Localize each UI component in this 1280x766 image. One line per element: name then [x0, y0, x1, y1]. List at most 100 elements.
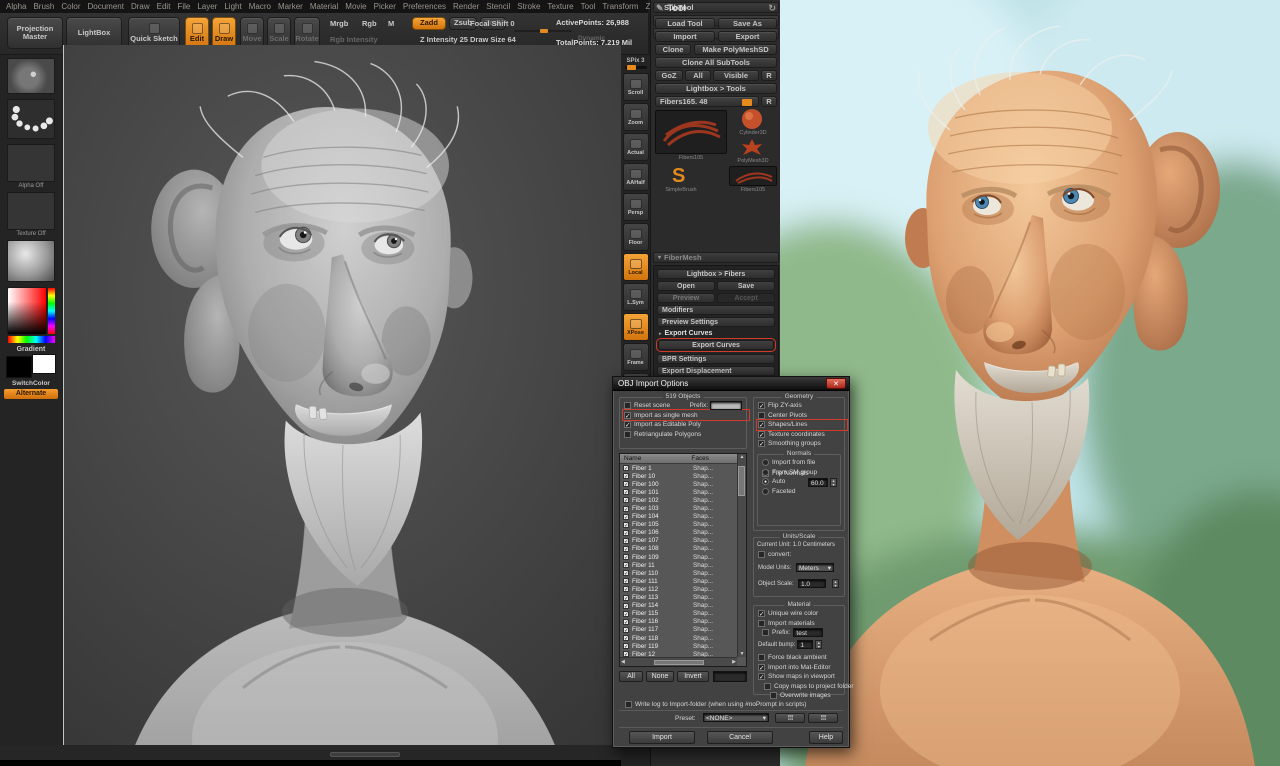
fiber-row[interactable]: ✓ Fiber 112 Shap...: [620, 585, 737, 593]
menu-item[interactable]: Layer: [197, 2, 217, 11]
fiber-row[interactable]: ✓ Fiber 103 Shap...: [620, 504, 737, 512]
menu-item[interactable]: Movie: [345, 2, 366, 11]
cancel-button[interactable]: Cancel: [707, 731, 773, 744]
auto-angle-spinner[interactable]: ▴▾: [830, 478, 837, 487]
scrollbar-thumb[interactable]: [738, 466, 745, 496]
checkbox[interactable]: ✓: [758, 402, 765, 409]
export-curves-button[interactable]: Export Curves: [658, 340, 774, 350]
dialog-radio-row[interactable]: Import from file: [762, 459, 842, 467]
fiber-checkbox[interactable]: ✓: [623, 619, 629, 625]
save-button[interactable]: Save: [717, 281, 775, 291]
z-intensity-slider[interactable]: Z Intensity 25: [420, 35, 468, 44]
cylinder3d-thumbnail[interactable]: [737, 108, 767, 130]
dialog-checkbox-row[interactable]: ✓ Flip ZY-axis: [758, 402, 846, 410]
dialog-checkbox-row[interactable]: ✓ Smoothing groups: [758, 440, 846, 448]
spix-knob[interactable]: [627, 65, 636, 70]
menu-item[interactable]: Texture: [547, 2, 573, 11]
polymesh3d-thumbnail[interactable]: [739, 138, 765, 158]
preset-grid-button-2[interactable]: ⣿⣿: [808, 713, 838, 723]
checkbox[interactable]: [764, 683, 771, 690]
checkbox[interactable]: [625, 701, 632, 708]
menu-item[interactable]: Macro: [249, 2, 271, 11]
goz-r-button[interactable]: R: [761, 70, 777, 81]
fiber-row[interactable]: ✓ Fiber 113 Shap...: [620, 594, 737, 602]
shelf-button[interactable]: AAHalf: [623, 163, 649, 191]
current-brush-thumbnail[interactable]: [7, 58, 55, 94]
default-bump-field[interactable]: 1: [797, 640, 813, 649]
model-units-dropdown[interactable]: Meters▾: [796, 563, 834, 572]
fiber-row[interactable]: ✓ Fiber 11 Shap...: [620, 561, 737, 569]
secondary-color-swatch[interactable]: [32, 354, 56, 374]
checkbox[interactable]: ✓: [758, 440, 765, 447]
fiber-checkbox[interactable]: ✓: [623, 530, 629, 536]
fiber-row[interactable]: ✓ Fiber 106 Shap...: [620, 529, 737, 537]
menu-item[interactable]: Material: [310, 2, 338, 11]
menu-item[interactable]: Brush: [33, 2, 54, 11]
menu-item[interactable]: Transform: [602, 2, 638, 11]
goz-button[interactable]: GoZ: [655, 70, 683, 81]
checkbox[interactable]: [770, 692, 777, 699]
simplebrush-thumbnail[interactable]: S: [665, 163, 695, 187]
export-displacement-section[interactable]: Export Displacement: [657, 366, 775, 376]
checkbox[interactable]: ✓: [758, 664, 765, 671]
current-stroke-thumbnail[interactable]: [7, 99, 55, 139]
fiber-checkbox[interactable]: ✓: [623, 611, 629, 617]
scroll-left-icon[interactable]: ◀: [621, 659, 625, 665]
fiber-checkbox[interactable]: ✓: [623, 586, 629, 592]
modifiers-section[interactable]: Modifiers: [657, 305, 775, 315]
shelf-button[interactable]: Persp: [623, 193, 649, 221]
checkbox[interactable]: [758, 654, 765, 661]
rgb-button[interactable]: Rgb: [362, 19, 377, 28]
accept-button[interactable]: Accept: [717, 293, 775, 303]
fiber-checkbox[interactable]: ✓: [623, 603, 629, 609]
fiber-checkbox[interactable]: ✓: [623, 497, 629, 503]
preset-grid-button[interactable]: ⣿⣿: [775, 713, 805, 723]
menu-item[interactable]: Color: [61, 2, 80, 11]
dialog-title-bar[interactable]: OBJ Import Options: [613, 377, 849, 391]
scroll-right-icon[interactable]: ▶: [732, 659, 736, 665]
dialog-checkbox-row[interactable]: Retriangulate Polygons: [624, 430, 748, 438]
fiber-row[interactable]: ✓ Fiber 111 Shap...: [620, 577, 737, 585]
radio[interactable]: [762, 488, 769, 495]
menu-item[interactable]: Render: [453, 2, 479, 11]
object-scale-spinner[interactable]: ▴▾: [832, 579, 839, 588]
shelf-button[interactable]: Floor: [623, 223, 649, 251]
shelf-button[interactable]: Frame: [623, 343, 649, 371]
main-color-swatch[interactable]: [6, 356, 32, 378]
clone-button[interactable]: Clone: [655, 44, 691, 55]
menu-item[interactable]: Document: [88, 2, 124, 11]
import-button[interactable]: Import: [655, 31, 715, 42]
radio[interactable]: [762, 469, 769, 476]
shelf-button[interactable]: Local: [623, 253, 649, 281]
fiber-checkbox[interactable]: ✓: [623, 538, 629, 544]
menu-item[interactable]: File: [177, 2, 190, 11]
preview-settings-section[interactable]: Preview Settings: [657, 317, 775, 327]
dialog-checkbox-row[interactable]: Import materials: [758, 619, 846, 627]
current-material-thumbnail[interactable]: [7, 240, 55, 282]
shelf-button[interactable]: Zoom: [623, 103, 649, 131]
dialog-checkbox-row[interactable]: Overwrite images: [770, 692, 846, 700]
menu-item[interactable]: Edit: [157, 2, 171, 11]
alternate-button[interactable]: Alternate: [4, 389, 58, 399]
refresh-icon[interactable]: ↻: [768, 3, 776, 14]
dialog-checkbox-row[interactable]: Center Pivots: [758, 411, 846, 419]
checkbox[interactable]: ✓: [758, 421, 765, 428]
checkbox[interactable]: ✓: [624, 421, 631, 428]
gradient-label[interactable]: Gradient: [0, 346, 62, 353]
bpr-settings-section[interactable]: BPR Settings: [657, 354, 775, 364]
spix-slider[interactable]: SPix 3: [626, 58, 644, 64]
fiber-checkbox[interactable]: ✓: [623, 546, 629, 552]
canvas-scroll-nub[interactable]: [330, 752, 400, 757]
object-scale-field[interactable]: 1.0: [798, 579, 826, 588]
faces-column-header[interactable]: Faces: [691, 455, 709, 462]
menu-item[interactable]: Preferences: [403, 2, 446, 11]
fiber-checkbox[interactable]: ✓: [623, 595, 629, 601]
checkbox[interactable]: [758, 551, 765, 558]
fiber-checkbox[interactable]: ✓: [623, 522, 629, 528]
checkbox[interactable]: [762, 629, 769, 636]
dialog-radio-row[interactable]: From SM group: [762, 468, 842, 476]
checkbox[interactable]: ✓: [758, 610, 765, 617]
lightbox-fibers-button[interactable]: Lightbox > Fibers: [657, 269, 775, 279]
fiber-row[interactable]: ✓ Fiber 118 Shap...: [620, 634, 737, 642]
save-as-button[interactable]: Save As: [718, 18, 777, 29]
